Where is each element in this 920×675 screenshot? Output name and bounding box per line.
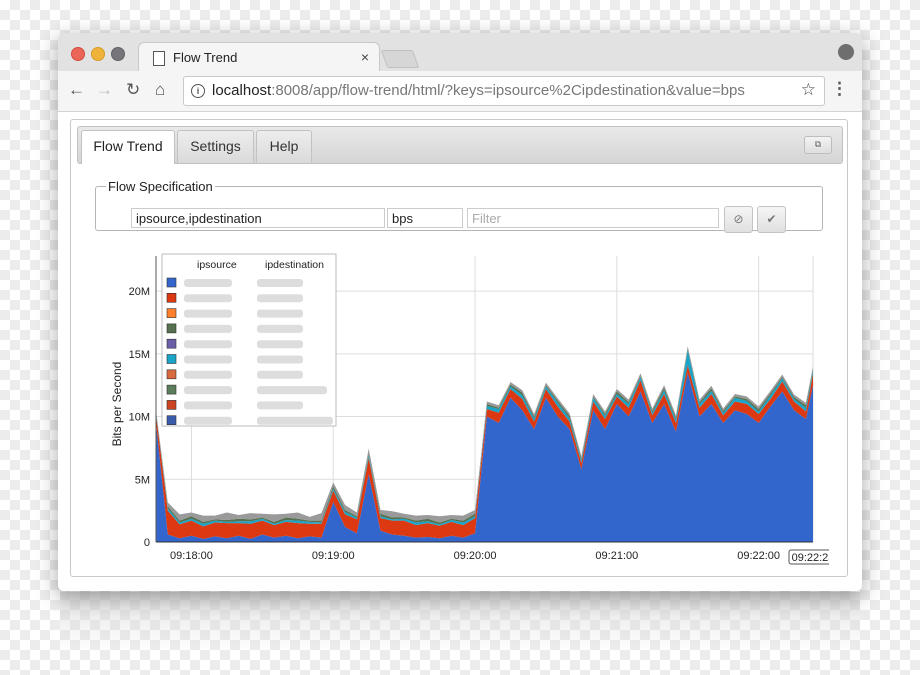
legend-blurred-ipdestination bbox=[257, 279, 303, 287]
legend-header-ipdestination: ipdestination bbox=[265, 259, 324, 271]
x-end-label: 09:22:23 bbox=[792, 552, 829, 564]
browser-toolbar: ← → ↻ ⌂ i localhost:8008/app/flow-trend/… bbox=[58, 71, 862, 112]
legend-blurred-ipdestination bbox=[257, 324, 303, 333]
browser-tab[interactable]: Flow Trend × bbox=[138, 42, 380, 73]
x-tick-label: 09:19:00 bbox=[312, 550, 355, 562]
legend-blurred-ipdestination bbox=[257, 309, 303, 318]
x-tick-label: 09:18:00 bbox=[170, 550, 213, 562]
legend-blurred-ipsource bbox=[184, 355, 232, 364]
legend-swatch bbox=[166, 369, 177, 380]
legend-blurred-ipsource bbox=[184, 294, 232, 303]
browser-menu-icon[interactable]: ⋮ bbox=[831, 79, 848, 99]
legend-blurred-ipsource bbox=[184, 370, 232, 379]
legend-swatch bbox=[166, 400, 177, 410]
value-input[interactable] bbox=[387, 208, 463, 228]
home-icon[interactable]: ⌂ bbox=[155, 80, 165, 100]
tab-settings[interactable]: Settings bbox=[177, 130, 254, 163]
new-tab-button[interactable] bbox=[380, 50, 420, 68]
legend-blurred-ipsource bbox=[184, 416, 232, 425]
legend-blurred-ipdestination bbox=[257, 401, 303, 410]
chart-svg: 0 5M 10M 15M 20M 09:18:00 09:19:00 09:20:00 09:2… bbox=[110, 253, 838, 565]
app-panel: Flow Trend Settings Help ⧉ Flow Specific… bbox=[70, 119, 848, 577]
legend-swatch bbox=[166, 292, 177, 303]
popout-icon[interactable]: ⧉ bbox=[804, 136, 832, 154]
clear-icon: ⊘ bbox=[733, 212, 744, 226]
flow-specification-group: Flow Specification ⊘ ✔ bbox=[95, 179, 823, 233]
y-tick-label: 5M bbox=[135, 474, 150, 486]
legend-blurred-ipdestination bbox=[257, 370, 303, 379]
legend-swatch bbox=[166, 338, 177, 349]
legend-blurred-ipsource bbox=[184, 340, 232, 349]
info-icon[interactable]: i bbox=[191, 84, 205, 98]
browser-window: Flow Trend × ← → ↻ ⌂ i localhost:8008/ap… bbox=[58, 33, 862, 591]
close-window-button[interactable] bbox=[71, 47, 85, 61]
legend-header-ipsource: ipsource bbox=[197, 259, 237, 271]
url-path: :8008/app/flow-trend/html/?keys=ipsource… bbox=[271, 82, 745, 99]
flow-trend-chart: 0 5M 10M 15M 20M 09:18:00 09:19:00 09:20:00 09:2… bbox=[99, 250, 838, 580]
window-reflection bbox=[60, 592, 860, 652]
legend-blurred-ipsource bbox=[184, 324, 232, 333]
y-axis-label: Bits per Second bbox=[110, 362, 124, 447]
keys-input[interactable] bbox=[131, 208, 385, 228]
flow-specification-legend: Flow Specification bbox=[108, 179, 213, 194]
x-tick-label: 09:22:00 bbox=[737, 550, 780, 562]
y-tick-label: 10M bbox=[129, 412, 150, 424]
legend-swatch bbox=[166, 354, 177, 364]
tab-flow-trend[interactable]: Flow Trend bbox=[81, 130, 175, 164]
legend-swatch bbox=[166, 415, 177, 425]
y-tick-label: 0 bbox=[144, 537, 150, 549]
url-text: localhost:8008/app/flow-trend/html/?keys… bbox=[212, 82, 745, 99]
forward-arrow-icon[interactable]: → bbox=[96, 80, 113, 100]
page-content: Flow Trend Settings Help ⧉ Flow Specific… bbox=[58, 112, 862, 591]
legend-swatch bbox=[166, 277, 177, 288]
checkmark-icon: ✔ bbox=[766, 212, 777, 226]
submit-button[interactable]: ✔ bbox=[757, 206, 786, 233]
profile-icon[interactable] bbox=[838, 44, 854, 60]
tab-help[interactable]: Help bbox=[256, 130, 312, 163]
x-tick-label: 09:20:00 bbox=[454, 550, 497, 562]
reload-icon[interactable]: ↻ bbox=[126, 80, 140, 100]
url-host: localhost bbox=[212, 82, 272, 99]
legend-blurred-ipdestination bbox=[257, 340, 303, 349]
clear-button[interactable]: ⊘ bbox=[724, 206, 753, 233]
y-tick-label: 15M bbox=[129, 349, 150, 361]
maximize-window-button[interactable] bbox=[111, 47, 125, 61]
app-tabs-bar: Flow Trend Settings Help ⧉ bbox=[77, 126, 843, 164]
address-bar[interactable]: i localhost:8008/app/flow-trend/html/?ke… bbox=[183, 76, 825, 106]
legend-blurred-ipsource bbox=[184, 401, 232, 410]
x-tick-label: 09:21:00 bbox=[595, 550, 638, 562]
legend-blurred-ipsource bbox=[184, 309, 232, 318]
legend-blurred-ipsource bbox=[184, 386, 232, 395]
legend-swatch bbox=[166, 308, 177, 318]
minimize-window-button[interactable] bbox=[91, 47, 105, 61]
back-arrow-icon[interactable]: ← bbox=[68, 80, 85, 100]
legend-blurred-ipdestination bbox=[257, 416, 333, 425]
filter-input[interactable] bbox=[467, 208, 719, 228]
y-tick-label: 20M bbox=[129, 286, 150, 298]
close-tab-icon[interactable]: × bbox=[361, 49, 369, 65]
legend-blurred-ipdestination bbox=[257, 294, 303, 303]
bookmark-star-icon[interactable]: ☆ bbox=[801, 80, 816, 100]
legend-blurred-ipsource bbox=[184, 279, 232, 287]
browser-tab-title: Flow Trend bbox=[173, 50, 238, 65]
title-bar: Flow Trend × bbox=[58, 33, 862, 73]
legend-blurred-ipdestination bbox=[257, 386, 327, 395]
legend-swatch bbox=[166, 384, 177, 395]
legend-swatch bbox=[166, 323, 177, 334]
document-icon bbox=[153, 51, 165, 66]
legend-blurred-ipdestination bbox=[257, 355, 303, 364]
